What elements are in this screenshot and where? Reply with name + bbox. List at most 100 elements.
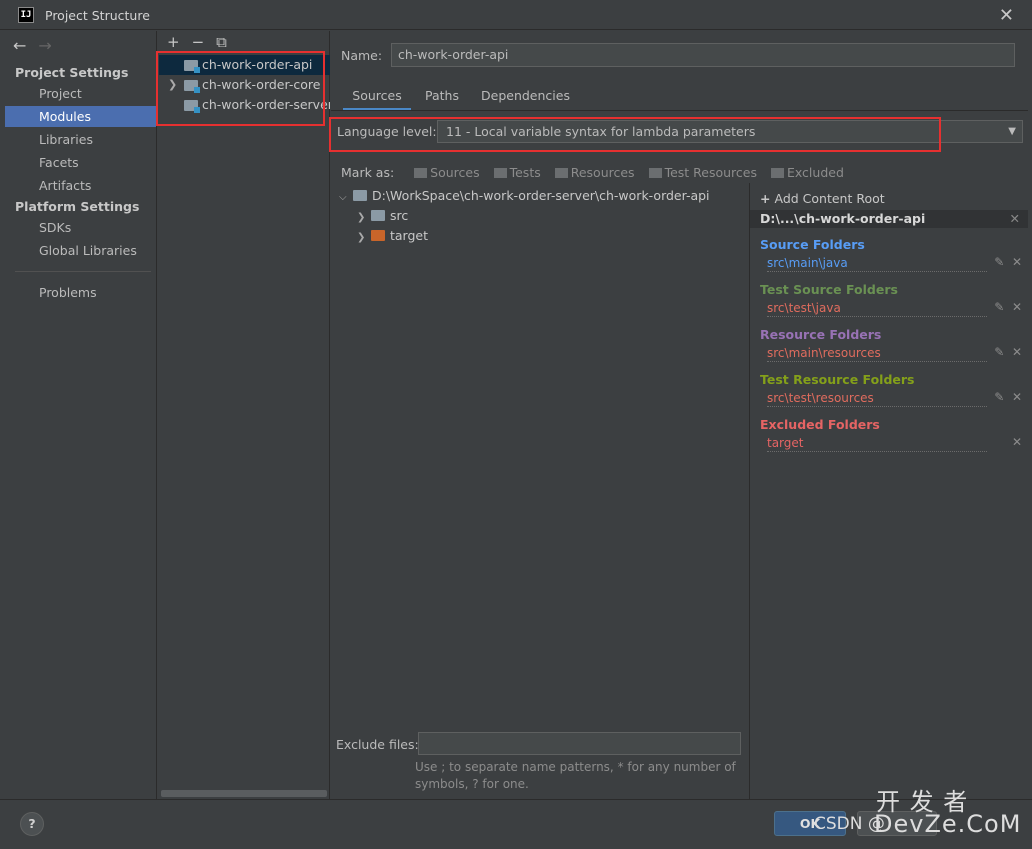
intellij-icon: IJ: [18, 7, 34, 23]
dropdown-arrow-icon: ▼: [1008, 126, 1016, 137]
exclude-files-label: Exclude files:: [336, 737, 419, 752]
tab-dependencies[interactable]: Dependencies: [481, 85, 570, 111]
tree-item-src[interactable]: ❯ src: [357, 206, 408, 226]
chevron-right-icon[interactable]: ❯: [357, 208, 371, 228]
module-name: ch-work-order-api: [202, 57, 313, 72]
close-icon[interactable]: ✕: [1012, 390, 1022, 404]
module-item-server[interactable]: ch-work-order-server: [159, 95, 330, 115]
mark-as-label: Mark as:: [341, 165, 395, 180]
tab-sources[interactable]: Sources: [343, 85, 411, 111]
add-icon[interactable]: +: [167, 33, 182, 51]
folder-icon: [371, 210, 385, 221]
content-roots-panel: + Add Content Root D:\...\ch-work-order-a…: [750, 183, 1028, 799]
content-tree: ⌵ D:\WorkSpace\ch-work-order-server\ch-wo…: [331, 183, 749, 733]
tree-item-label: src: [390, 208, 409, 223]
horizontal-scrollbar[interactable]: [161, 790, 327, 797]
tab-paths[interactable]: Paths: [425, 85, 459, 111]
mark-tests-button[interactable]: Tests: [494, 165, 541, 180]
mark-excluded-button[interactable]: Excluded: [771, 165, 844, 180]
module-folder-icon: [184, 100, 200, 113]
nav-item-project[interactable]: Project: [5, 83, 156, 104]
window-title: Project Structure: [45, 8, 150, 23]
excluded-folder-tools: ✕: [1012, 435, 1022, 449]
nav-item-problems[interactable]: Problems: [5, 282, 156, 303]
remove-root-icon[interactable]: ✕: [1010, 210, 1020, 228]
edit-icon[interactable]: ✎: [994, 300, 1004, 314]
module-folder-icon: [184, 60, 200, 73]
plus-icon: +: [760, 191, 771, 206]
tree-root-label: D:\WorkSpace\ch-work-order-server\ch-wor…: [372, 188, 710, 203]
module-folder-icon: [184, 80, 200, 93]
excluded-folder-icon: [371, 230, 385, 241]
remove-icon[interactable]: −: [192, 33, 207, 51]
name-input[interactable]: ch-work-order-api: [391, 43, 1015, 67]
mark-sources-button[interactable]: Sources: [414, 165, 479, 180]
language-level-select[interactable]: 11 - Local variable syntax for lambda pa…: [437, 120, 1023, 143]
test-resource-folders-title: Test Resource Folders: [760, 372, 915, 387]
platform-settings-header: Platform Settings: [15, 199, 140, 214]
content-root-path: D:\...\ch-work-order-api: [760, 211, 926, 226]
source-folder-path: src\main\java: [767, 256, 987, 272]
watermark-site: DevZe.CoM: [874, 810, 1022, 838]
chevron-right-icon[interactable]: ❯: [168, 75, 177, 95]
test-source-folder-path: src\test\java: [767, 301, 987, 317]
test-source-folder-tools: ✎ ✕: [994, 300, 1022, 314]
nav-item-global-libraries[interactable]: Global Libraries: [5, 240, 156, 261]
nav-item-facets[interactable]: Facets: [5, 152, 156, 173]
add-content-root-button[interactable]: + Add Content Root: [760, 191, 885, 206]
nav-item-sdks[interactable]: SDKs: [5, 217, 156, 238]
module-name: ch-work-order-core: [202, 77, 321, 92]
edit-icon[interactable]: ✎: [994, 345, 1004, 359]
edit-icon[interactable]: ✎: [994, 390, 1004, 404]
close-icon[interactable]: ✕: [999, 5, 1014, 26]
source-folders-title: Source Folders: [760, 237, 865, 252]
mark-resources-button[interactable]: Resources: [555, 165, 635, 180]
module-item-core[interactable]: ❯ ch-work-order-core: [159, 75, 330, 95]
module-list: ch-work-order-api ❯ ch-work-order-core c…: [159, 55, 330, 115]
folder-icon: [353, 190, 367, 201]
mark-as-toolbar: Mark as: Sources Tests Resources Test Re…: [341, 165, 854, 180]
module-settings: Name: ch-work-order-api Sources Paths De…: [331, 31, 1028, 799]
language-level-value: 11 - Local variable syntax for lambda pa…: [446, 124, 756, 139]
copy-icon[interactable]: ⧉: [216, 33, 229, 51]
excluded-folders-title: Excluded Folders: [760, 417, 880, 432]
excluded-folder-path: target: [767, 436, 987, 452]
edit-icon[interactable]: ✎: [994, 255, 1004, 269]
nav-item-libraries[interactable]: Libraries: [5, 129, 156, 150]
resource-folders-title: Resource Folders: [760, 327, 882, 342]
name-label: Name:: [341, 48, 383, 63]
nav-item-artifacts[interactable]: Artifacts: [5, 175, 156, 196]
back-arrow-icon[interactable]: ←: [13, 36, 26, 55]
close-icon[interactable]: ✕: [1012, 255, 1022, 269]
tree-item-target[interactable]: ❯ target: [357, 226, 428, 246]
exclude-files-help: Use ; to separate name patterns, * for a…: [415, 760, 736, 791]
source-folder-tools: ✎ ✕: [994, 255, 1022, 269]
close-icon[interactable]: ✕: [1012, 345, 1022, 359]
exclude-files-input[interactable]: [418, 732, 741, 755]
nav-item-modules[interactable]: Modules: [5, 106, 156, 127]
module-name: ch-work-order-server: [202, 97, 330, 112]
mark-test-resources-button[interactable]: Test Resources: [649, 165, 757, 180]
nav-arrows: ← →: [13, 36, 52, 55]
test-resource-folder-tools: ✎ ✕: [994, 390, 1022, 404]
tree-root[interactable]: ⌵ D:\WorkSpace\ch-work-order-server\ch-wo…: [339, 186, 710, 206]
content-root-header: D:\...\ch-work-order-api ✕: [750, 210, 1028, 228]
module-toolbar: + − ⧉: [167, 33, 239, 51]
forward-arrow-icon[interactable]: →: [38, 36, 51, 55]
watermark: CSDN @ 开 发 者 DevZe.CoM: [814, 788, 1020, 838]
chevron-right-icon[interactable]: ❯: [357, 228, 371, 248]
project-settings-header: Project Settings: [15, 65, 129, 80]
language-level-label: Language level:: [337, 124, 437, 139]
resource-folder-tools: ✎ ✕: [994, 345, 1022, 359]
module-panel: + − ⧉ ch-work-order-api ❯ ch-work-order-co…: [159, 31, 330, 799]
chevron-down-icon[interactable]: ⌵: [339, 188, 353, 208]
tab-divider: [331, 110, 1028, 111]
title-bar: IJ Project Structure ✕: [0, 0, 1032, 30]
close-icon[interactable]: ✕: [1012, 435, 1022, 449]
add-content-root-label: Add Content Root: [774, 191, 885, 206]
close-icon[interactable]: ✕: [1012, 300, 1022, 314]
tree-item-label: target: [390, 228, 429, 243]
module-item-api[interactable]: ch-work-order-api: [159, 55, 330, 75]
test-resource-folder-path: src\test\resources: [767, 391, 987, 407]
help-button[interactable]: ?: [20, 812, 44, 836]
